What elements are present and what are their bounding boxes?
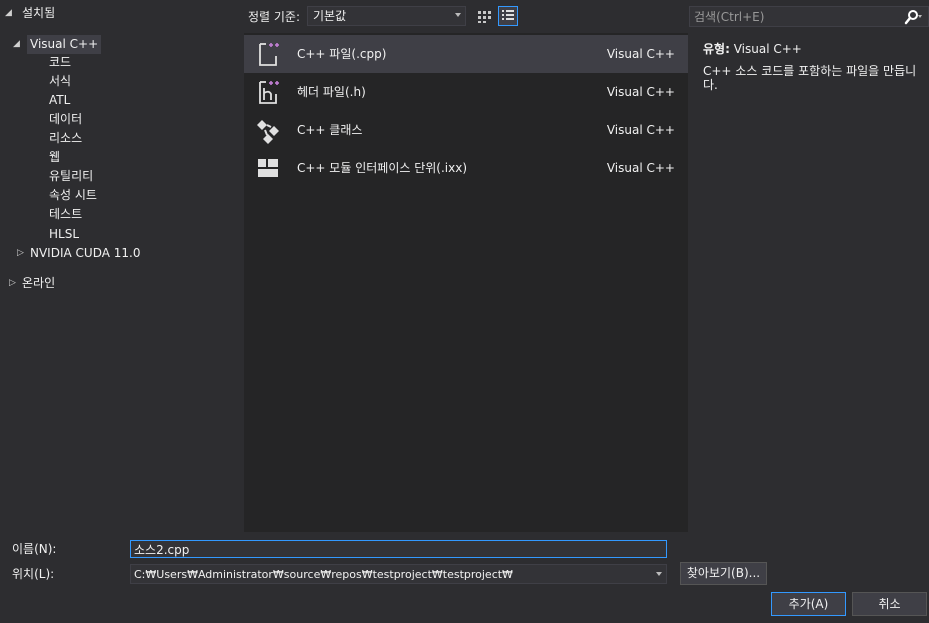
list-view-icon (502, 10, 514, 20)
search-input[interactable] (694, 8, 894, 25)
sort-value: 기본값 (313, 9, 347, 23)
sort-label: 정렬 기준: (248, 10, 301, 24)
collapsed-triangle-icon[interactable]: ▷ (9, 274, 19, 293)
location-label: 위치(L): (12, 567, 55, 581)
location-combobox[interactable] (130, 564, 667, 584)
location-input[interactable] (134, 566, 644, 582)
sort-dropdown[interactable]: 기본값 (307, 6, 466, 26)
template-item-cpp-file[interactable]: C++ 파일(.cpp) Visual C++ (244, 35, 688, 73)
grid-view-button[interactable] (474, 6, 494, 26)
name-label: 이름(N): (12, 542, 57, 556)
name-field[interactable] (130, 540, 667, 558)
cpp-file-icon (254, 40, 282, 68)
template-item-header-file[interactable]: 헤더 파일(.h) Visual C++ (244, 73, 688, 111)
module-icon (254, 154, 282, 182)
search-box[interactable] (689, 6, 929, 27)
template-details-pane: 유형: Visual C++ C++ 소스 코드를 포함하는 파일을 만듭니다. (688, 33, 929, 532)
list-view-button[interactable] (498, 6, 518, 26)
chevron-down-icon[interactable] (656, 572, 662, 576)
header-file-icon (254, 78, 282, 106)
class-icon (254, 116, 282, 144)
collapsed-triangle-icon[interactable]: ▷ (17, 244, 27, 263)
template-item-cpp-module[interactable]: C++ 모듈 인터페이스 단위(.ixx) Visual C++ (244, 149, 688, 187)
detail-type: 유형: Visual C++ (703, 42, 802, 56)
chevron-down-icon (455, 13, 461, 17)
cancel-button[interactable]: 취소 (852, 592, 927, 616)
template-item-cpp-class[interactable]: C++ 클래스 Visual C++ (244, 111, 688, 149)
expanded-triangle-icon[interactable]: ◢ (13, 35, 23, 54)
detail-description: C++ 소스 코드를 포함하는 파일을 만듭니다. (703, 64, 917, 92)
expanded-triangle-icon[interactable]: ◢ (5, 4, 15, 23)
template-list: C++ 파일(.cpp) Visual C++ 헤더 파일(.h) Visual… (244, 33, 688, 532)
template-category-tree: ◢ 설치됨 ◢ Visual C++ 코드 서식 ATL 데이터 리소스 웹 유… (0, 0, 244, 532)
browse-button[interactable]: 찾아보기(B)... (680, 562, 767, 585)
name-input[interactable] (134, 541, 654, 557)
add-button[interactable]: 추가(A) (771, 592, 846, 616)
search-icon[interactable] (904, 9, 922, 25)
grid-view-icon (478, 11, 491, 23)
